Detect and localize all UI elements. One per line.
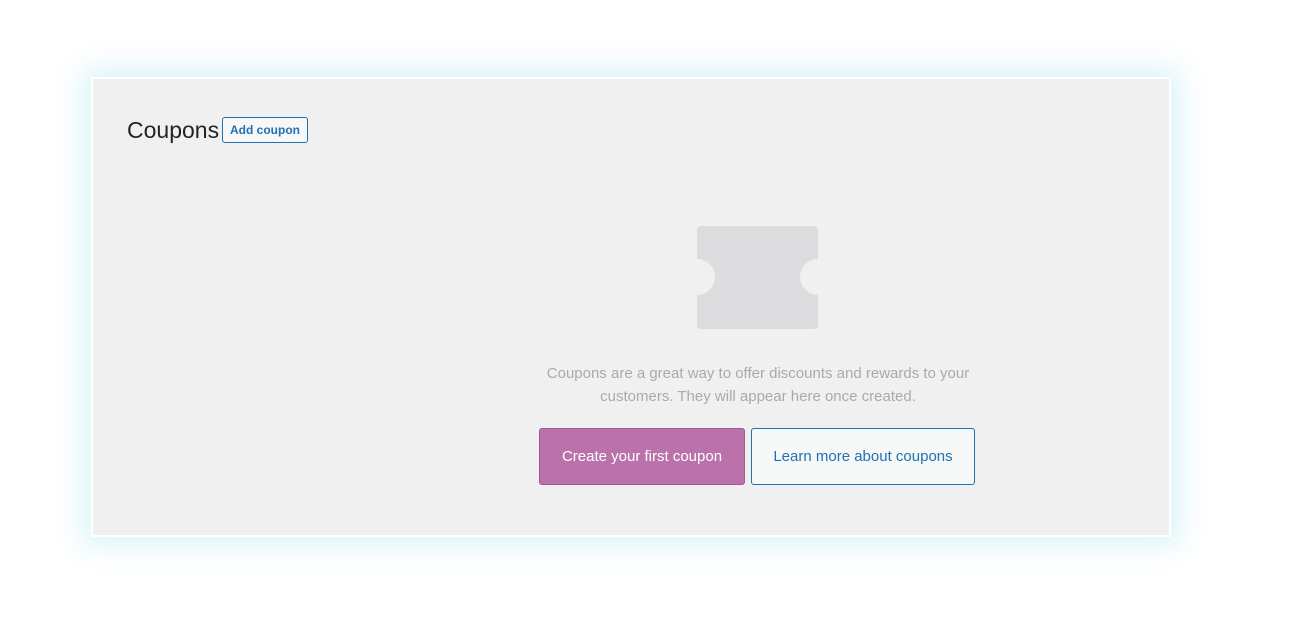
coupon-ticket-icon bbox=[697, 226, 818, 329]
empty-state-message: Coupons are a great way to offer discoun… bbox=[546, 365, 970, 405]
learn-more-coupons-button[interactable]: Learn more about coupons bbox=[751, 428, 975, 485]
page-title: Coupons bbox=[127, 117, 220, 143]
create-first-coupon-button[interactable]: Create your first coupon bbox=[539, 428, 745, 485]
coupons-panel: Coupons Add coupon Coupons are a great w… bbox=[91, 77, 1171, 537]
add-coupon-button[interactable]: Add coupon bbox=[222, 117, 308, 143]
